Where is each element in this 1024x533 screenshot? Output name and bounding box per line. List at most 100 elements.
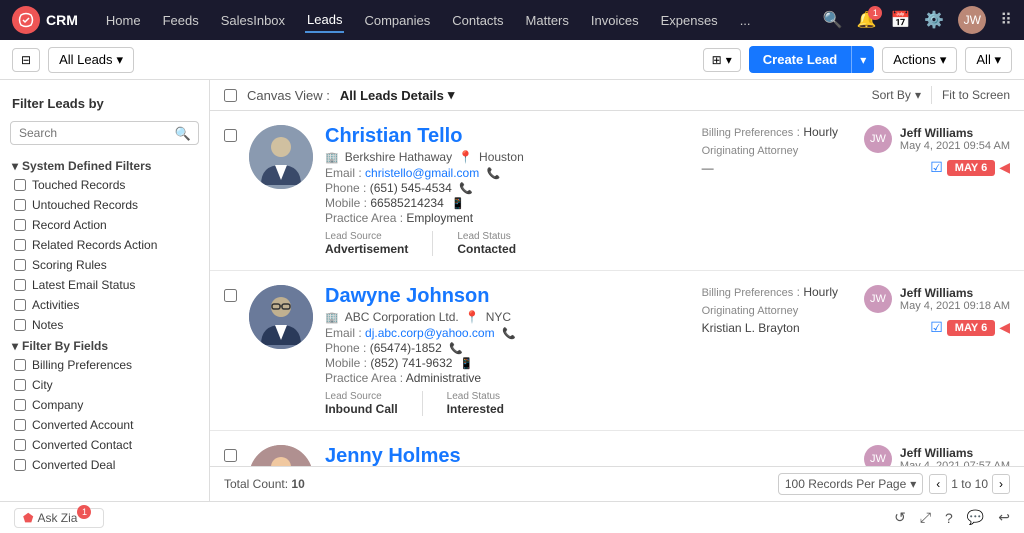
chevron-down-icon: ▾: [910, 477, 916, 491]
nav-companies[interactable]: Companies: [362, 9, 432, 32]
ask-zia-button[interactable]: ⬟ Ask Zia 1: [14, 508, 104, 528]
nav-salesinbox[interactable]: SalesInbox: [219, 9, 287, 32]
grid-icon[interactable]: ⠿: [1000, 10, 1012, 30]
actions-button[interactable]: Actions ▾: [882, 47, 957, 73]
lead-3-assignee-row: JW Jeff Williams May 4, 2021 07:57 AM: [864, 445, 1010, 466]
back-icon[interactable]: ↩: [998, 509, 1010, 526]
filter-related-records[interactable]: Related Records Action: [0, 235, 209, 255]
all-filter-button[interactable]: All ▾: [965, 47, 1012, 73]
filter-untouched-records[interactable]: Untouched Records: [0, 195, 209, 215]
lead-3-assignee-avatar: JW: [864, 445, 892, 466]
originating-label-row: Originating Attorney: [702, 143, 838, 157]
notes-checkbox[interactable]: [14, 319, 26, 331]
help-icon[interactable]: ?: [945, 510, 953, 526]
filter-record-action[interactable]: Record Action: [0, 215, 209, 235]
collapse-arrow-icon: ▾: [12, 339, 18, 353]
collapse-arrow-icon: ▾: [12, 159, 18, 173]
search-input[interactable]: [10, 121, 199, 145]
originating-value-row: Kristian L. Brayton: [702, 321, 838, 335]
canvas-view-label: Canvas View :: [247, 88, 330, 103]
all-leads-button[interactable]: All Leads ▾: [48, 47, 134, 73]
may-arrow-icon: ◀: [999, 159, 1010, 176]
filter-city[interactable]: City: [0, 375, 209, 395]
logo[interactable]: CRM: [12, 6, 78, 34]
select-all-checkbox[interactable]: [224, 89, 237, 102]
lead-2-assignee-avatar: JW: [864, 285, 892, 313]
company-checkbox[interactable]: [14, 399, 26, 411]
lead-2-info: Dawyne Johnson 🏢 ABC Corporation Ltd. 📍 …: [325, 285, 660, 416]
email-status-checkbox[interactable]: [14, 279, 26, 291]
canvas-view-select[interactable]: All Leads Details ▾: [340, 87, 455, 103]
create-lead-button[interactable]: Create Lead: [749, 46, 851, 73]
nav-contacts[interactable]: Contacts: [450, 9, 505, 32]
converted-account-checkbox[interactable]: [14, 419, 26, 431]
main-layout: Filter Leads by 🔍 ▾ System Defined Filte…: [0, 80, 1024, 501]
calendar-icon[interactable]: 📅: [890, 10, 910, 30]
lead-1-assignee-info: Jeff Williams May 4, 2021 09:54 AM: [900, 126, 1010, 152]
filter-label: Record Action: [32, 218, 107, 232]
prev-page-button[interactable]: ‹: [929, 474, 947, 494]
nav-home[interactable]: Home: [104, 9, 143, 32]
activities-checkbox[interactable]: [14, 299, 26, 311]
converted-deal-checkbox[interactable]: [14, 459, 26, 471]
notification-icon[interactable]: 🔔 1: [857, 10, 877, 30]
nav-feeds[interactable]: Feeds: [161, 9, 201, 32]
filter-touched-records[interactable]: Touched Records: [0, 175, 209, 195]
fit-to-screen-button[interactable]: Fit to Screen: [942, 88, 1010, 102]
expand-icon[interactable]: ⤢: [920, 509, 931, 526]
converted-contact-checkbox[interactable]: [14, 439, 26, 451]
lead-1-tags: Lead Source Advertisement Lead Status Co…: [325, 231, 660, 256]
user-avatar[interactable]: JW: [958, 6, 986, 34]
lead-2-checkbox[interactable]: [224, 289, 237, 302]
filter-converted-contact[interactable]: Converted Contact: [0, 435, 209, 455]
notification-badge: 1: [868, 6, 882, 20]
lead-1-name[interactable]: Christian Tello: [325, 125, 660, 148]
lead-source-group: Lead Source Inbound Call: [325, 391, 398, 416]
filter-notes[interactable]: Notes: [0, 315, 209, 335]
field-filters-title[interactable]: ▾ Filter By Fields: [0, 335, 209, 355]
filter-email-status[interactable]: Latest Email Status: [0, 275, 209, 295]
record-action-checkbox[interactable]: [14, 219, 26, 231]
filter-billing-prefs[interactable]: Billing Preferences: [0, 355, 209, 375]
system-filters-title[interactable]: ▾ System Defined Filters: [0, 153, 209, 175]
touched-records-checkbox[interactable]: [14, 179, 26, 191]
untouched-records-checkbox[interactable]: [14, 199, 26, 211]
refresh-icon[interactable]: ↺: [894, 509, 906, 526]
nav-leads[interactable]: Leads: [305, 8, 344, 33]
settings-icon[interactable]: ⚙️: [924, 10, 944, 30]
lead-1-assignee-row: JW Jeff Williams May 4, 2021 09:54 AM: [864, 125, 1010, 153]
related-records-checkbox[interactable]: [14, 239, 26, 251]
nav-invoices[interactable]: Invoices: [589, 9, 641, 32]
create-lead-dropdown[interactable]: ▾: [851, 46, 874, 73]
lead-2-phone: Phone : (65474)-1852 📞: [325, 341, 660, 355]
lead-1-email-link[interactable]: christello@gmail.com: [365, 166, 479, 180]
lead-2-name[interactable]: Dawyne Johnson: [325, 285, 660, 308]
lead-3-name[interactable]: Jenny Holmes: [325, 445, 838, 466]
view-toggle-button[interactable]: ⊞ ▾: [703, 48, 741, 72]
filter-activities[interactable]: Activities: [0, 295, 209, 315]
city-checkbox[interactable]: [14, 379, 26, 391]
nav-expenses[interactable]: Expenses: [659, 9, 720, 32]
filter-converted-deal[interactable]: Converted Deal: [0, 455, 209, 475]
search-icon[interactable]: 🔍: [823, 10, 843, 30]
nav-matters[interactable]: Matters: [524, 9, 571, 32]
chat-icon[interactable]: 💬: [967, 509, 984, 526]
nav-more[interactable]: ...: [738, 9, 753, 32]
filter-label: City: [32, 378, 53, 392]
lead-2-email-link[interactable]: dj.abc.corp@yahoo.com: [365, 326, 495, 340]
lead-3-checkbox[interactable]: [224, 449, 237, 462]
search-icon: 🔍: [175, 126, 191, 142]
filter-converted-account[interactable]: Converted Account: [0, 415, 209, 435]
filter-company[interactable]: Company: [0, 395, 209, 415]
filter-button[interactable]: ⊟: [12, 48, 40, 72]
sort-by-button[interactable]: Sort By ▾: [872, 88, 921, 102]
filter-scoring-rules[interactable]: Scoring Rules: [0, 255, 209, 275]
top-navigation: CRM Home Feeds SalesInbox Leads Companie…: [0, 0, 1024, 40]
records-per-page-selector[interactable]: 100 Records Per Page ▾: [778, 473, 923, 495]
lead-1-checkbox[interactable]: [224, 129, 237, 142]
nav-icons: 🔍 🔔 1 📅 ⚙️ JW ⠿: [823, 6, 1012, 34]
billing-prefs-checkbox[interactable]: [14, 359, 26, 371]
scoring-rules-checkbox[interactable]: [14, 259, 26, 271]
filter-label: Notes: [32, 318, 63, 332]
next-page-button[interactable]: ›: [992, 474, 1010, 494]
